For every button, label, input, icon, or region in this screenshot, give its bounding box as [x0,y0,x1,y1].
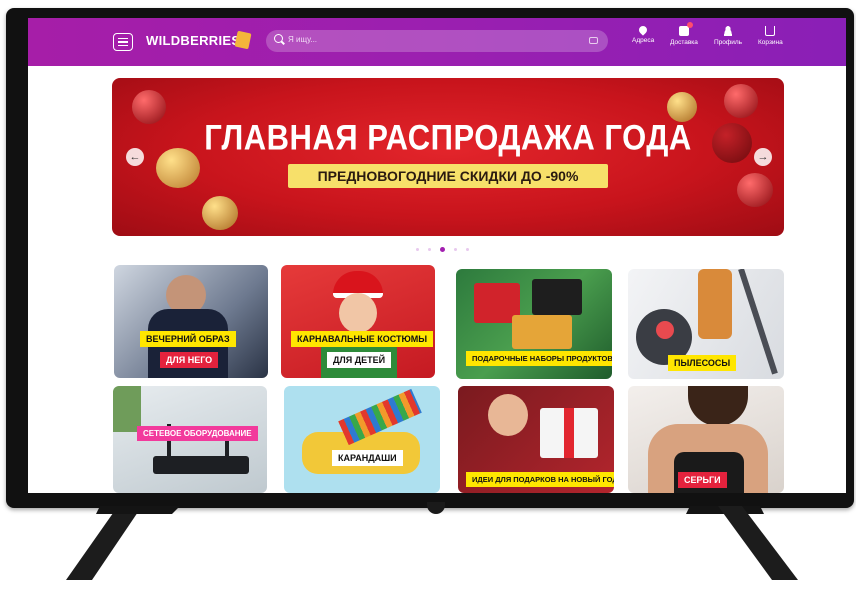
category-tile-evening-look[interactable]: ВЕЧЕРНИЙ ОБРАЗ ДЛЯ НЕГО [114,265,268,378]
banner-next-button[interactable]: → [754,148,772,166]
category-tile-earrings[interactable]: СЕРЬГИ [628,386,784,493]
cart-icon [765,26,776,36]
carousel-indicators [416,247,469,252]
ornament-ball [724,84,758,118]
search-placeholder: Я ищу... [288,35,318,44]
hair-photo [688,386,748,426]
router-photo [153,456,249,474]
menu-button[interactable] [113,33,133,51]
gift-box-photo [512,315,572,349]
nav-addresses[interactable]: Адреса [632,24,655,44]
tile-label-primary: ИДЕИ ДЛЯ ПОДАРКОВ НА НОВЫЙ ГОД [466,472,614,487]
carousel-dot[interactable] [466,248,469,251]
site-logo[interactable]: WILDBERRIES [146,33,240,48]
ornament-ball [202,196,238,230]
category-tile-network-equipment[interactable]: СЕТЕВОЕ ОБОРУДОВАНИЕ [113,386,267,493]
ornament-ball [737,173,773,207]
chevron-left-icon: ← [129,151,141,163]
tv-stand-left-leg [66,506,142,580]
tv-frame: WILDBERRIES Я ищу... Адреса Доставка Про… [6,8,854,508]
carousel-dot[interactable] [428,248,431,251]
tile-label-secondary: ДЛЯ ДЕТЕЙ [327,352,392,368]
carousel-dot[interactable] [416,248,419,251]
tv-screen: WILDBERRIES Я ищу... Адреса Доставка Про… [28,18,846,493]
category-tile-gift-ideas[interactable]: ИДЕИ ДЛЯ ПОДАРКОВ НА НОВЫЙ ГОД [458,386,614,493]
gift-box-photo [532,279,582,315]
tile-label-primary: ВЕЧЕРНИЙ ОБРАЗ [140,331,236,347]
site-header: WILDBERRIES Я ищу... Адреса Доставка Про… [28,18,846,66]
person-photo [698,269,732,339]
tile-label-primary: СЕРЬГИ [678,472,727,488]
nav-label: Доставка [670,39,698,46]
search-input[interactable]: Я ищу... [266,30,608,52]
vacuum-detail [656,321,674,339]
nav-delivery[interactable]: Доставка [670,22,698,46]
gift-ribbon [564,408,574,458]
user-icon [723,26,734,36]
location-pin-icon [637,24,649,36]
nav-cart[interactable]: Корзина [758,26,783,46]
tile-label-secondary: ДЛЯ НЕГО [160,352,219,368]
category-tile-carnival-costumes[interactable]: КАРНАВАЛЬНЫЕ КОСТЮМЫ ДЛЯ ДЕТЕЙ [281,265,435,378]
search-icon [274,34,283,43]
nav-label: Корзина [758,39,783,46]
child-photo [339,293,377,333]
tile-label-primary: СЕТЕВОЕ ОБОРУДОВАНИЕ [137,426,258,441]
tv-stand [66,506,798,580]
nav-profile[interactable]: Профиль [714,26,742,46]
category-tile-vacuums[interactable]: ПЫЛЕСОСЫ [628,269,784,379]
nav-label: Адреса [632,37,655,44]
woman-photo [488,394,528,436]
banner-subtitle: ПРЕДНОВОГОДНИЕ СКИДКИ ДО -90% [288,164,608,188]
tile-label-primary: КАРАНДАШИ [332,450,403,466]
carousel-dot-active[interactable] [440,247,445,252]
notification-badge [686,22,693,28]
camera-icon[interactable] [589,37,598,44]
banner-title: ГЛАВНАЯ РАСПРОДАЖА ГОДА [204,117,692,158]
tile-label-primary: ПОДАРОЧНЫЕ НАБОРЫ ПРОДУКТОВ [466,351,612,366]
tv-stand-right-leg [718,506,798,580]
category-tile-gift-food-sets[interactable]: ПОДАРОЧНЫЕ НАБОРЫ ПРОДУКТОВ [456,269,612,379]
shopping-bag-icon [234,30,252,50]
vacuum-handle [738,269,778,375]
chevron-right-icon: → [757,151,769,163]
tv-stand-left-foot [96,506,180,514]
tile-label-primary: КАРНАВАЛЬНЫЕ КОСТЮМЫ [291,331,434,347]
tile-label-primary: ПЫЛЕСОСЫ [668,355,737,371]
carousel-dot[interactable] [454,248,457,251]
delivery-box-icon [678,22,693,36]
banner-prev-button[interactable]: ← [126,148,144,166]
nav-label: Профиль [714,39,743,46]
promo-banner[interactable]: ГЛАВНАЯ РАСПРОДАЖА ГОДА ПРЕДНОВОГОДНИЕ С… [112,78,784,236]
category-tile-pencils[interactable]: КАРАНДАШИ [284,386,440,493]
